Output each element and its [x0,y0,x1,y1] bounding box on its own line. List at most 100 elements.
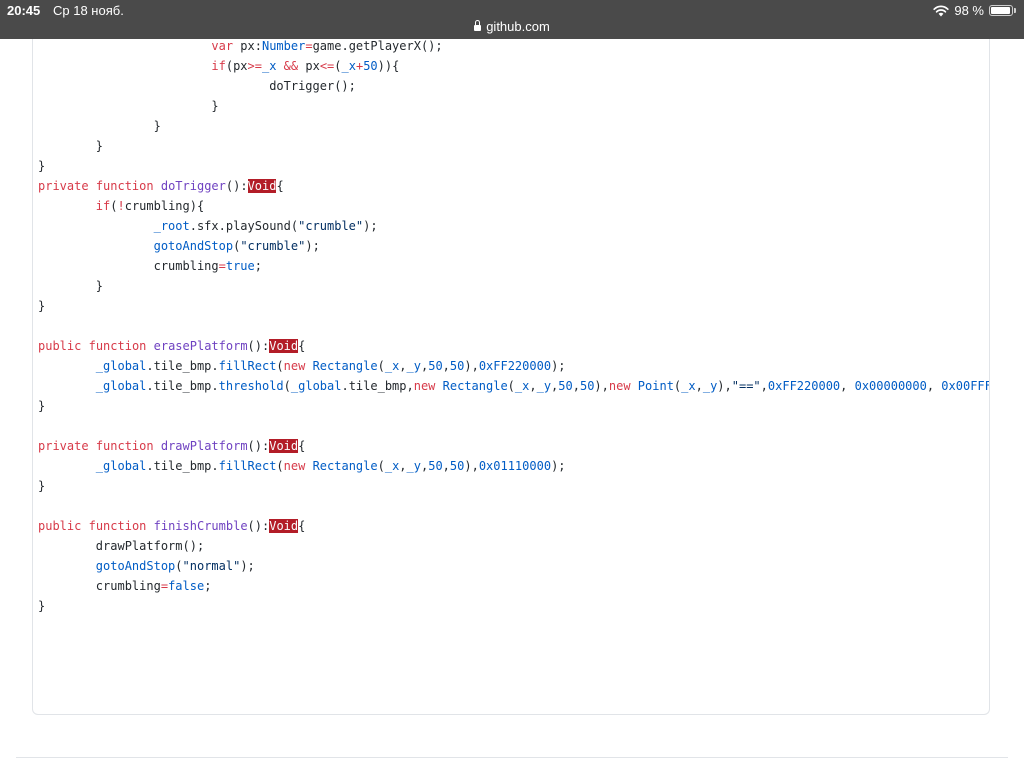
code-token: drawPlatform(); [38,539,205,553]
code-line: public function finishCrumble():Void{ [38,516,989,536]
code-line: } [38,156,989,176]
code-token: 0x01110000 [478,459,552,473]
code-token: 50 [428,459,443,473]
code-token: _x [384,359,400,373]
code-token: _global [290,379,342,393]
code-token: _y [406,359,421,373]
code-token: } [38,139,104,153]
code-token: { [298,519,306,533]
code-token: 0x00000000 [854,379,927,393]
code-line: if(!crumbling){ [38,196,989,216]
code-token: 0x00FFF [941,379,990,393]
code-line: public function erasePlatform():Void{ [38,336,989,356]
code-token: } [38,119,161,133]
code-token: } [38,399,46,413]
code-token: "crumble" [298,219,364,233]
code-line: gotoAndStop("normal"); [38,556,989,576]
code-token: fillRect [218,459,277,473]
code-token: new [283,459,306,473]
code-token: ), [717,379,732,393]
code-token: _y [702,379,718,393]
code-token: finishCrumble [153,519,248,533]
code-token: , [399,459,407,473]
code-token: new [608,379,631,393]
code-token: threshold [218,379,284,393]
status-bar: 20:45 Ср 18 нояб. github.com 98 % [0,0,1024,39]
code-token: } [38,279,104,293]
code-token: ); [240,559,255,573]
code-line: } [38,596,989,616]
code-token: 50 [428,359,443,373]
code-line: ​ [38,416,989,436]
code-token: && [283,59,299,73]
code-token: ( [175,559,183,573]
code-token: private [38,179,89,193]
code-token: "==" [731,379,761,393]
code-token: (): [247,339,270,353]
address-bar[interactable]: github.com [0,19,1024,34]
code-token: 50 [449,359,465,373]
code-token: 50 [558,379,573,393]
code-token: } [38,299,46,313]
code-token: , [529,379,537,393]
code-token: ); [305,239,320,253]
code-token: _x [261,59,277,73]
code-token: function [95,439,154,453]
code-block: var px:Number=game.getPlayerX(); if(px>=… [38,39,990,616]
code-viewer[interactable]: var px:Number=game.getPlayerX(); if(px>=… [32,39,990,715]
code-token: , [442,459,450,473]
code-line: drawPlatform(); [38,536,989,556]
code-line: _global.tile_bmp.threshold(_global.tile_… [38,376,990,396]
code-line: } [38,476,989,496]
code-token: _global [95,379,147,393]
code-token: _x [514,379,530,393]
code-token: Void [247,179,277,193]
code-line: _global.tile_bmp.fillRect(new Rectangle(… [38,356,989,376]
code-line: } [38,116,989,136]
code-token: true [225,259,255,273]
code-token: game.getPlayerX(); [312,39,443,53]
code-token: erasePlatform [153,339,248,353]
code-token: = [305,39,313,53]
code-token: .tile_bmp. [146,379,219,393]
code-line: gotoAndStop("crumble"); [38,236,989,256]
code-token: doTrigger [160,179,226,193]
code-token: Void [269,519,299,533]
code-token: .tile_bmp. [146,359,219,373]
code-line: } [38,296,989,316]
code-token: , [695,379,703,393]
code-line: _global.tile_bmp.fillRect(new Rectangle(… [38,456,989,476]
code-token: (): [247,519,270,533]
battery-percent: 98 % [954,3,984,18]
code-line: } [38,396,989,416]
code-line: private function doTrigger():Void{ [38,176,989,196]
code-token: ), [464,359,479,373]
code-token: ( [507,379,515,393]
wifi-icon [933,5,950,16]
code-token: { [298,339,306,353]
code-token: gotoAndStop [95,559,176,573]
code-token: 50 [449,459,465,473]
code-token: ; [254,259,262,273]
code-token: new [283,359,306,373]
code-token: fillRect [218,359,277,373]
code-token: ; [204,579,212,593]
battery-icon [989,5,1013,16]
code-token: ( [276,359,284,373]
code-token: _y [406,459,421,473]
code-token: ( [334,59,342,73]
code-token: = [160,579,169,593]
code-token: } [38,479,46,493]
code-token: )) [377,59,393,73]
code-token: <= [319,59,335,73]
